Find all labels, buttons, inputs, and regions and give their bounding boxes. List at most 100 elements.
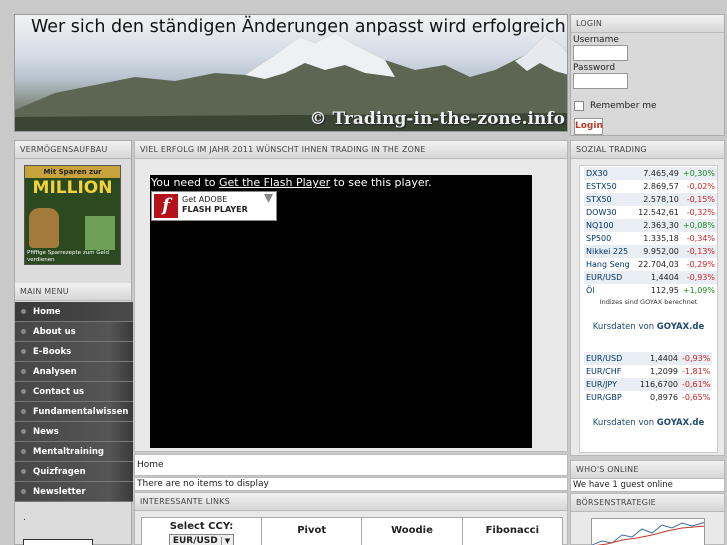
strategy-chart-thumbnail[interactable] (591, 518, 705, 545)
quote-value: 1,4404 (650, 273, 679, 282)
goyax-brand: GOYAX.de (656, 418, 705, 428)
whos-online-text: We have 1 guest online (571, 479, 724, 491)
menu-item-e-books[interactable]: E-Books (15, 342, 133, 362)
breadcrumb[interactable]: Home (134, 454, 568, 476)
quote-value: 2.869,57 (643, 182, 679, 191)
goyax-brand: GOYAX.de (656, 322, 705, 332)
quote-value: 2.578,10 (643, 195, 679, 204)
main-menu: Home About us E-Books Analysen Contact us Fun… (15, 302, 133, 502)
menu-item-fundamentalwissen[interactable]: Fundamentalwissen (15, 402, 133, 422)
boersen-title: BÖRSENSTRATEGIE (571, 494, 724, 512)
money-bag-icon (29, 208, 59, 248)
copyright-watermark: © Trading-in-the-zone.info (309, 109, 565, 129)
quotes-widget: DX30 7.465,49 +0,30% ESTX50 2.869,57 -0,02% ST… (579, 165, 718, 453)
get-flash-line2: FLASH PLAYER (182, 205, 248, 214)
left-sidebar: VERMÖGENSAUFBAU Mit Sparen zur MILLION P… (14, 140, 133, 545)
fx-row[interactable]: EUR/USD 1,4404 -0,93% (584, 352, 713, 365)
menu-item-label: Contact us (33, 387, 85, 397)
kursdaten-prefix: Kursdaten von (592, 418, 657, 428)
quote-row[interactable]: DX30 7.465,49 +0,30% (584, 167, 717, 180)
remember-checkbox[interactable] (574, 101, 584, 111)
bullet-icon (21, 489, 26, 494)
bullet-icon (21, 409, 26, 414)
quote-change: +0,30% (682, 169, 715, 178)
menu-item-label: Newsletter (33, 487, 86, 497)
pivot-column-header: Fibonacci (485, 525, 540, 536)
fx-name: EUR/JPY (586, 380, 618, 389)
quote-row[interactable]: STX50 2.578,10 -0,15% (584, 193, 717, 206)
fx-name: EUR/USD (586, 354, 623, 363)
download-arrow-icon (264, 194, 273, 203)
username-input[interactable] (573, 45, 628, 61)
quote-name: DX30 (586, 169, 608, 178)
fx-row[interactable]: EUR/JPY 116,6700 -0,61% (584, 378, 713, 391)
kursdaten-prefix: Kursdaten von (592, 322, 657, 332)
menu-item-mentaltraining[interactable]: Mentaltraining (15, 442, 133, 462)
password-input[interactable] (573, 73, 628, 89)
ccy-select[interactable]: EUR/USD ▼ (168, 534, 235, 545)
quote-name: ESTX50 (586, 182, 617, 191)
pivot-column-header: Pivot (262, 518, 363, 545)
menu-item-label: Quizfragen (33, 467, 86, 477)
menu-item-newsletter[interactable]: Newsletter (15, 482, 133, 502)
flash-player-area: You need to Get the Flash Player to see … (150, 175, 532, 448)
pivot-columns: Pivot Woodie Fibonacci (262, 518, 562, 545)
bullet-icon (21, 389, 26, 394)
fx-name: EUR/GBP (586, 393, 622, 402)
quote-name: Nikkei 225 (586, 247, 629, 256)
get-flash-badge[interactable]: f Get ADOBE FLASH PLAYER (151, 191, 277, 221)
quote-row[interactable]: EUR/USD 1,4404 -0,93% (584, 271, 717, 284)
login-button[interactable]: Login (574, 118, 603, 135)
bullet-icon (21, 369, 26, 374)
menu-item-quizfragen[interactable]: Quizfragen (15, 462, 133, 482)
kursdaten-link-2[interactable]: Kursdaten von GOYAX.de (580, 418, 717, 428)
index-quotes-table: DX30 7.465,49 +0,30% ESTX50 2.869,57 -0,02% ST… (584, 167, 717, 297)
bullet-icon (21, 349, 26, 354)
bullet-icon (21, 469, 26, 474)
menu-item-label: Home (33, 307, 61, 317)
remember-label: Remember me (590, 101, 657, 111)
get-flash-line1: Get ADOBE (182, 195, 228, 204)
quote-value: 1.335,18 (643, 234, 679, 243)
quote-row[interactable]: SP500 1.335,18 -0,34% (584, 232, 717, 245)
kursdaten-link-1[interactable]: Kursdaten von GOYAX.de (580, 322, 717, 332)
quote-value: 9.952,00 (643, 247, 679, 256)
quote-row[interactable]: Nikkei 225 9.952,00 -0,13% (584, 245, 717, 258)
quote-change: -0,13% (686, 247, 715, 256)
bullet-icon (21, 329, 26, 334)
quote-row[interactable]: ESTX50 2.869,57 -0,02% (584, 180, 717, 193)
boersen-panel: BÖRSENSTRATEGIE (570, 493, 725, 545)
sozial-title: SOZIAL TRADING (571, 141, 724, 159)
quote-row[interactable]: Öl 112,95 +1,09% (584, 284, 717, 297)
quotes-note: Indizes sind GOYAX berechnet (599, 298, 698, 306)
whos-online-panel: WHO'S ONLINE We have 1 guest online (570, 460, 725, 492)
menu-item-about-us[interactable]: About us (15, 322, 133, 342)
quote-name: DOW30 (586, 208, 617, 217)
content-title: VIEL ERFOLG IM JAHR 2011 WÜNSCHT IHNEN T… (135, 141, 567, 159)
fx-value: 1,2099 (650, 367, 678, 376)
header-banner: Wer sich den ständigen Änderungen anpass… (14, 14, 568, 132)
book-ad-image[interactable]: Mit Sparen zur MILLION Pfiffige Sparreze… (24, 165, 121, 265)
username-label: Username (573, 35, 619, 45)
quote-change: +1,09% (682, 286, 715, 295)
menu-item-contact-us[interactable]: Contact us (15, 382, 133, 402)
quote-row[interactable]: NQ100 2.363,30 +0,08% (584, 219, 717, 232)
bottom-mark: . (23, 513, 26, 523)
fx-change: -0,65% (682, 393, 711, 402)
quote-change: -0,34% (686, 234, 715, 243)
quote-row[interactable]: DOW30 12.542,61 -0,32% (584, 206, 717, 219)
get-flash-link[interactable]: Get the Flash Player (219, 176, 330, 189)
quote-row[interactable]: Hang Seng 22.704,03 -0,29% (584, 258, 717, 271)
flash-text-prefix: You need to (151, 176, 219, 189)
quote-change: -0,93% (686, 273, 715, 282)
fx-row[interactable]: EUR/GBP 0,8976 -0,65% (584, 391, 713, 404)
fx-row[interactable]: EUR/CHF 1,2099 -1,81% (584, 365, 713, 378)
fx-change: -0,93% (682, 354, 711, 363)
menu-item-news[interactable]: News (15, 422, 133, 442)
menu-item-home[interactable]: Home (15, 302, 133, 322)
quote-name: Hang Seng (586, 260, 630, 269)
fx-change: -0,61% (682, 380, 711, 389)
menu-item-label: Fundamentalwissen (33, 407, 129, 417)
menu-item-label: E-Books (33, 347, 72, 357)
menu-item-analysen[interactable]: Analysen (15, 362, 133, 382)
